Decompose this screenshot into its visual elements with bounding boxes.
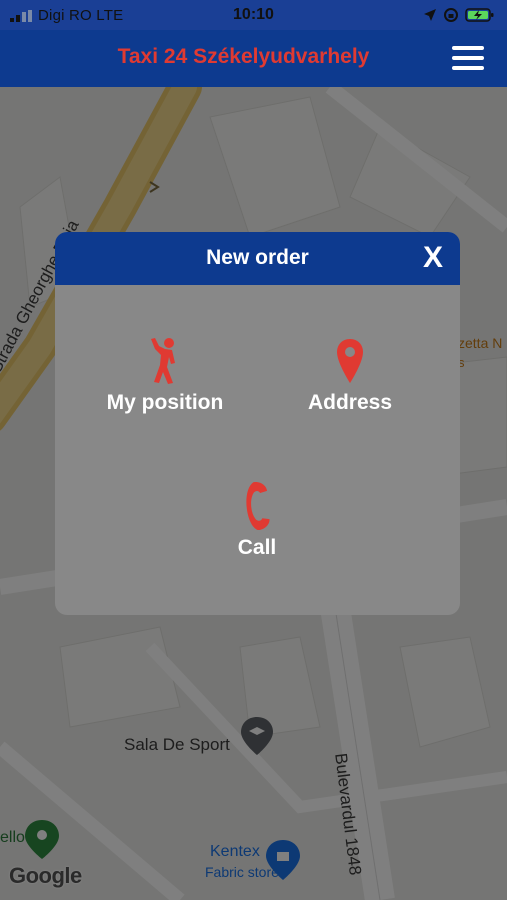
app-screen: Strada Gheorghe Doja Bulevardul 1848 Sal… xyxy=(0,0,507,900)
new-order-dialog: New order X My position Address Call xyxy=(55,232,460,615)
menu-button[interactable] xyxy=(448,44,488,72)
orientation-lock-icon xyxy=(444,8,458,22)
hamburger-menu-icon xyxy=(452,56,484,60)
hamburger-menu-icon xyxy=(452,66,484,70)
hamburger-menu-icon xyxy=(452,46,484,50)
phone-handset-icon xyxy=(246,482,270,530)
top-bar: Digi RO LTE 10:10 Taxi 24 Székelyudvarhe… xyxy=(0,0,507,87)
app-bar: Taxi 24 Székelyudvarhely xyxy=(0,30,507,87)
my-position-button[interactable]: My position xyxy=(75,337,255,415)
dialog-close-button[interactable]: X xyxy=(418,241,448,275)
call-label: Call xyxy=(237,536,277,559)
my-position-label: My position xyxy=(106,391,224,414)
dialog-title: New order xyxy=(206,246,309,269)
battery-charging-icon xyxy=(465,8,494,22)
location-arrow-icon xyxy=(424,9,436,21)
dialog-header: New order X xyxy=(55,232,460,285)
call-button[interactable]: Call xyxy=(167,482,347,560)
status-icons xyxy=(423,6,495,24)
status-bar: Digi RO LTE 10:10 xyxy=(0,0,507,30)
person-hailing-icon xyxy=(151,338,175,384)
map-pin-icon xyxy=(337,339,363,383)
address-button[interactable]: Address xyxy=(260,337,440,415)
address-label: Address xyxy=(307,391,393,414)
app-title: Taxi 24 Székelyudvarhely xyxy=(117,45,370,68)
